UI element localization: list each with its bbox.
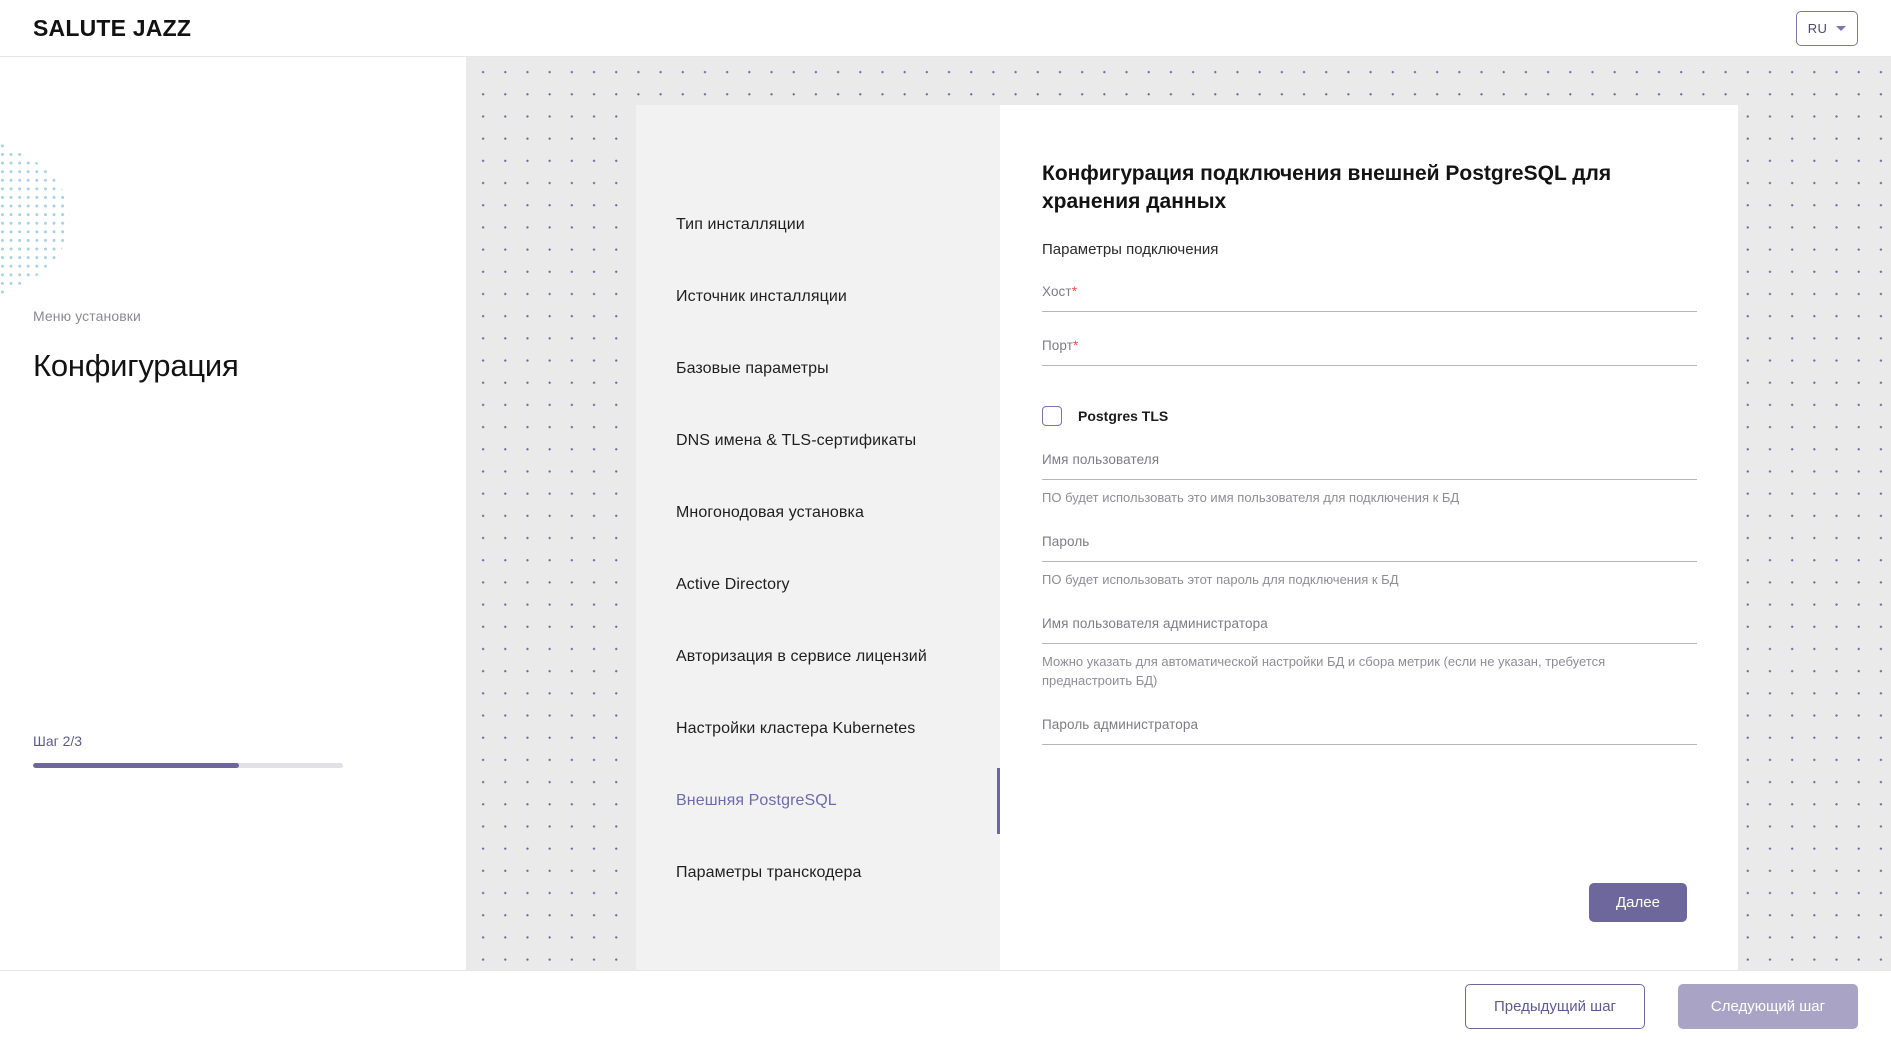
form-field-label: Имя пользователя администратора (1042, 616, 1687, 631)
menu-item-label: Внешняя PostgreSQL (676, 792, 837, 809)
next-step-button[interactable]: Следующий шаг (1678, 984, 1858, 1029)
next-submit-button[interactable]: Далее (1589, 883, 1687, 922)
sidebar-caption: Меню установки (33, 308, 141, 324)
form-field-3: Пароль ПО будет использовать этот пароль … (1042, 534, 1697, 590)
menu-item-label: Настройки кластера Kubernetes (676, 720, 916, 737)
menu-item-6[interactable]: Авторизация в сервисе лицензий (636, 621, 1000, 693)
menu-item-5[interactable]: Active Directory (636, 549, 1000, 621)
postgres-tls-checkbox[interactable] (1042, 406, 1062, 427)
form-field-label-text: Хост (1042, 284, 1072, 300)
chevron-down-icon (1836, 26, 1847, 31)
footer-bar: Предыдущий шаг Следующий шаг (0, 970, 1891, 1042)
form-field-input[interactable] (1042, 311, 1697, 313)
language-selector[interactable]: RU (1796, 11, 1858, 46)
required-asterisk-icon: * (1073, 338, 1079, 354)
form-field-4: Имя пользователя администратора Можно ука… (1042, 616, 1697, 691)
installer-page: SALUTE JAZZ RU Меню установки Конфигурац… (0, 0, 1891, 1042)
form-field-label: Пароль (1042, 534, 1687, 549)
form-field-hint: Можно указать для автоматической настрой… (1042, 654, 1606, 688)
menu-item-8[interactable]: Внешняя PostgreSQL (636, 765, 1000, 837)
form-subtitle: Параметры подключения (1042, 241, 1219, 259)
menu-item-label: Параметры транскодера (676, 864, 862, 881)
form-field-label: Пароль администратора (1042, 717, 1687, 732)
form-field-1: Порт* (1042, 338, 1697, 367)
top-header: SALUTE JAZZ RU (0, 0, 1891, 57)
form-field-input[interactable] (1042, 743, 1697, 745)
form-fields-container: Хост* Порт* Postgres TLS Имя пользователя ПО… (1042, 284, 1697, 745)
form-field-input[interactable] (1042, 561, 1697, 563)
sidebar-heading-group: Меню установки Конфигурация (33, 308, 239, 384)
menu-item-9[interactable]: Параметры транскодера (636, 837, 1000, 909)
form-field-label-text: Пароль (1042, 534, 1090, 550)
form-field-label: Имя пользователя (1042, 452, 1687, 467)
menu-item-label: DNS имена & TLS-сертификаты (676, 432, 917, 449)
menu-item-label: Многонодовая установка (676, 504, 864, 521)
form-field-label-text: Имя пользователя администратора (1042, 616, 1268, 632)
step-progress-fill (33, 763, 240, 768)
menu-item-3[interactable]: DNS имена & TLS-сертификаты (636, 405, 1000, 477)
form-field-label: Хост* (1042, 284, 1687, 299)
postgres-tls-checkbox-label: Postgres TLS (1078, 408, 1169, 425)
form-field-hint: ПО будет использовать этот пароль для по… (1042, 572, 1399, 588)
step-progress-label: Шаг 2/3 (33, 733, 83, 749)
menu-item-2[interactable]: Базовые параметры (636, 333, 1000, 405)
form-field-label: Порт* (1042, 338, 1687, 353)
form-field-label-text: Имя пользователя (1042, 452, 1160, 468)
language-selector-label: RU (1807, 21, 1828, 36)
step-progress: Шаг 2/3 (33, 733, 343, 768)
configuration-form-panel: Конфигурация подключения внешней Postgre… (1000, 105, 1738, 970)
installer-menu-list: Тип инсталляции Источник инсталляции Базов… (636, 105, 1000, 909)
form-field-hint: ПО будет использовать это имя пользовате… (1042, 490, 1460, 506)
postgres-tls-checkbox-row[interactable]: Postgres TLS (1042, 406, 1687, 427)
form-field-input[interactable] (1042, 643, 1697, 645)
installer-menu-panel: Тип инсталляции Источник инсталляции Базов… (636, 105, 1000, 970)
menu-item-label: Active Directory (676, 576, 790, 593)
menu-item-0[interactable]: Тип инсталляции (636, 189, 1000, 261)
page-title: Конфигурация (33, 348, 239, 383)
menu-item-4[interactable]: Многонодовая установка (636, 477, 1000, 549)
form-title: Конфигурация подключения внешней Postgre… (1042, 162, 1612, 213)
menu-item-1[interactable]: Источник инсталляции (636, 261, 1000, 333)
step-progress-track (33, 763, 343, 768)
form-field-0: Хост* (1042, 284, 1697, 313)
left-sidebar: Меню установки Конфигурация Шаг 2/3 (0, 57, 466, 970)
brand-logo: SALUTE JAZZ (33, 14, 192, 41)
required-asterisk-icon: * (1071, 284, 1078, 300)
form-field-5: Пароль администратора (1042, 717, 1697, 745)
menu-item-7[interactable]: Настройки кластера Kubernetes (636, 693, 1000, 765)
decorative-dot-arc (0, 133, 70, 305)
menu-item-label: Авторизация в сервисе лицензий (676, 648, 927, 665)
previous-step-button[interactable]: Предыдущий шаг (1465, 984, 1645, 1029)
menu-item-label: Базовые параметры (676, 360, 829, 377)
menu-item-label: Источник инсталляции (676, 288, 847, 305)
form-field-input[interactable] (1042, 365, 1697, 367)
form-field-label-text: Порт (1042, 338, 1074, 354)
menu-item-label: Тип инсталляции (676, 216, 805, 233)
form-field-label-text: Пароль администратора (1042, 716, 1199, 732)
form-field-2: Имя пользователя ПО будет использовать эт… (1042, 452, 1697, 508)
form-field-input[interactable] (1042, 479, 1697, 481)
